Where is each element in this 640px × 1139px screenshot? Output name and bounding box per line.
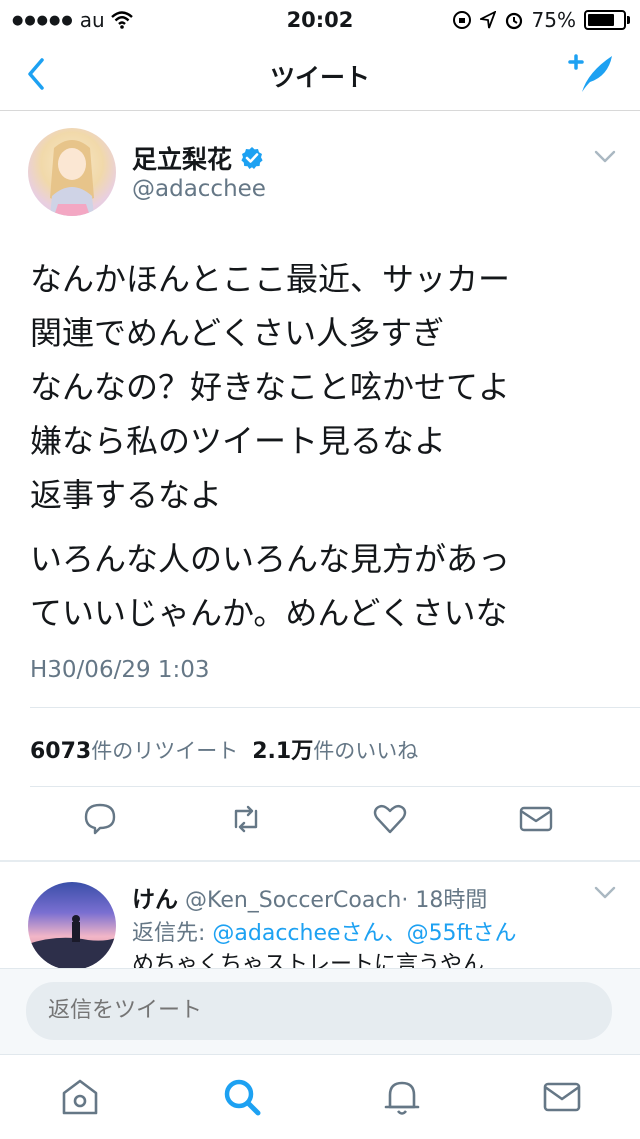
author-avatar[interactable] bbox=[28, 128, 116, 216]
tweet-menu-chevron-icon[interactable] bbox=[594, 150, 616, 164]
reply-to-suffix: さん bbox=[472, 921, 517, 946]
tweet-stats: 6073件のリツイート 2.1万件のいいね bbox=[30, 733, 418, 765]
section-divider bbox=[0, 860, 640, 862]
tweet-line: いろんな人のいろんな見方があっ bbox=[30, 540, 511, 578]
search-icon[interactable] bbox=[220, 1075, 264, 1119]
messages-icon[interactable] bbox=[540, 1075, 584, 1119]
retweet-stat[interactable]: 6073件のリツイート bbox=[30, 735, 238, 765]
tweet-line: なんなの？好きなこと呟かせてよ bbox=[30, 368, 511, 406]
reply-to-sep: さん、 bbox=[340, 921, 407, 946]
like-label: 件のいいね bbox=[313, 739, 419, 763]
author-handle[interactable]: @adacchee bbox=[132, 176, 266, 202]
compose-tweet-icon[interactable] bbox=[568, 52, 616, 96]
battery-icon bbox=[584, 10, 630, 30]
tab-bar bbox=[0, 1054, 640, 1139]
reply-to-mention-2[interactable]: @55ft bbox=[407, 921, 473, 946]
notifications-bell-icon[interactable] bbox=[380, 1075, 424, 1119]
like-stat[interactable]: 2.1万件のいいね bbox=[252, 733, 418, 765]
battery-percent: 75% bbox=[531, 8, 576, 32]
reply-time: · 18時間 bbox=[401, 888, 488, 913]
verified-badge-icon bbox=[241, 147, 263, 169]
nav-bar: ツイート bbox=[0, 40, 640, 111]
author-name[interactable]: 足立梨花 bbox=[132, 140, 232, 176]
reply-author-name[interactable]: けん bbox=[132, 887, 178, 913]
divider bbox=[30, 786, 640, 787]
tweet-line: 嫌なら私のツイート見るなよ bbox=[30, 422, 447, 460]
reply-header: けん @Ken_SoccerCoach· 18時間 bbox=[132, 880, 487, 914]
location-icon bbox=[479, 11, 496, 29]
tweet-line: ていいじゃんか。めんどくさいな bbox=[30, 594, 508, 632]
tweet-actions bbox=[0, 795, 640, 851]
status-bar: ●●●●● au 20:02 75% bbox=[0, 0, 640, 40]
reply-to-line: 返信先: @adaccheeさん、@55ftさん bbox=[132, 915, 517, 947]
tweet-line: 関連でめんどくさい人多すぎ bbox=[30, 314, 445, 352]
like-heart-icon[interactable] bbox=[372, 801, 408, 837]
retweet-icon[interactable] bbox=[228, 801, 264, 837]
reply-text: めちゃくちゃストレートに言うやん bbox=[132, 952, 485, 968]
tweet-text: なんかほんとここ最近、サッカー 関連でめんどくさい人多すぎ なんなの？好きなこと… bbox=[30, 252, 620, 640]
reply-icon[interactable] bbox=[82, 801, 118, 837]
reply-author-handle[interactable]: @Ken_SoccerCoach bbox=[185, 888, 401, 913]
retweet-label: 件のリツイート bbox=[91, 739, 239, 763]
reply-to-mention-1[interactable]: @adacchee bbox=[212, 921, 340, 946]
divider bbox=[30, 707, 640, 708]
tweet-line: 返事するなよ bbox=[30, 476, 223, 514]
reply-avatar[interactable] bbox=[28, 882, 116, 970]
reply-menu-chevron-icon[interactable] bbox=[594, 886, 616, 900]
reply-to-prefix: 返信先: bbox=[132, 921, 213, 946]
retweet-count: 6073 bbox=[30, 739, 92, 764]
orientation-lock-icon bbox=[452, 11, 471, 29]
reply-input[interactable] bbox=[26, 982, 612, 1040]
tweet-timestamp: H30/06/29 1:03 bbox=[30, 657, 210, 683]
page-title: ツイート bbox=[269, 63, 370, 92]
author-name-row[interactable]: 足立梨花 bbox=[132, 140, 264, 176]
alarm-icon bbox=[505, 12, 522, 30]
tweet-line: なんかほんとここ最近、サッカー bbox=[30, 260, 511, 298]
direct-message-icon[interactable] bbox=[518, 801, 554, 837]
status-right: 75% bbox=[452, 8, 630, 32]
like-count: 2.1万 bbox=[252, 739, 314, 764]
home-icon[interactable] bbox=[58, 1075, 102, 1119]
